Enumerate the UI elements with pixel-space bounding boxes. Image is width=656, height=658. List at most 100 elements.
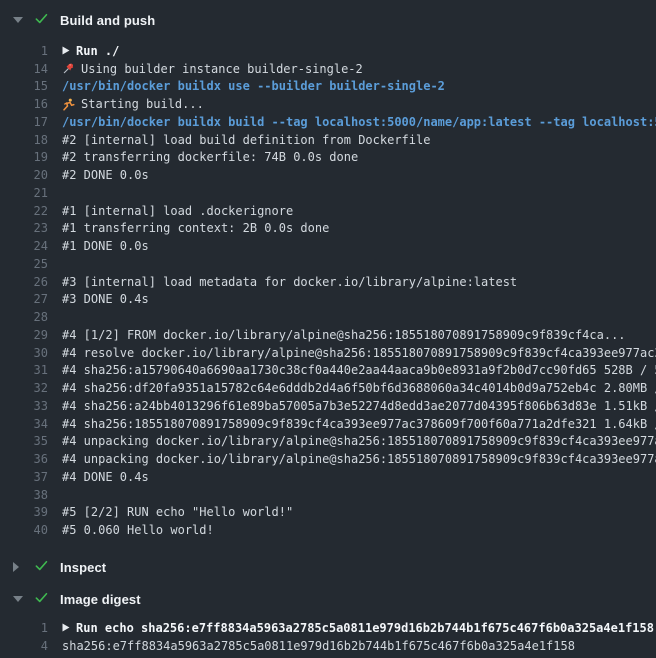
line-number[interactable]: 15 bbox=[0, 79, 48, 93]
line-text-content: #4 unpacking docker.io/library/alpine@sh… bbox=[62, 452, 656, 466]
line-text: #1 transferring context: 2B 0.0s done bbox=[62, 221, 656, 235]
line-text-content: /usr/bin/docker buildx build --tag local… bbox=[62, 115, 656, 129]
line-text: #2 transferring dockerfile: 74B 0.0s don… bbox=[62, 150, 656, 164]
log-line: 33 #4 sha256:a24bb4013296f61e89ba57005a7b… bbox=[0, 397, 656, 415]
step-header-image-digest[interactable]: Image digest bbox=[0, 587, 656, 611]
line-number[interactable]: 38 bbox=[0, 488, 48, 502]
log-line: 20 #2 DONE 0.0s bbox=[0, 166, 656, 184]
line-number[interactable]: 20 bbox=[0, 168, 48, 182]
log-line: 24 #1 DONE 0.0s bbox=[0, 237, 656, 255]
line-text-content: sha256:e7ff8834a5963a2785c5a0811e979d16b… bbox=[62, 639, 575, 653]
check-icon bbox=[34, 11, 49, 30]
line-text: #5 [2/2] RUN echo "Hello world!" bbox=[62, 505, 656, 519]
runner-icon bbox=[62, 98, 75, 111]
line-text: /usr/bin/docker buildx build --tag local… bbox=[62, 115, 656, 129]
line-text: #4 [1/2] FROM docker.io/library/alpine@s… bbox=[62, 328, 656, 342]
expand-arrow-icon[interactable] bbox=[62, 623, 70, 632]
status-success-badge bbox=[34, 13, 49, 28]
log-line: 19 #2 transferring dockerfile: 74B 0.0s d… bbox=[0, 149, 656, 167]
log-line: 1 Run echo sha256:e7ff8834a5963a2785c5a08… bbox=[0, 619, 656, 637]
line-text: #1 DONE 0.0s bbox=[62, 239, 656, 253]
log-line: 18 #2 [internal] load build definition fr… bbox=[0, 131, 656, 149]
log-line: 36 #4 unpacking docker.io/library/alpine@… bbox=[0, 450, 656, 468]
line-number[interactable]: 27 bbox=[0, 292, 48, 306]
line-number[interactable]: 35 bbox=[0, 434, 48, 448]
log-line: 21 bbox=[0, 184, 656, 202]
line-number[interactable]: 16 bbox=[0, 97, 48, 111]
line-text-content: #4 resolve docker.io/library/alpine@sha2… bbox=[62, 346, 656, 360]
line-number[interactable]: 26 bbox=[0, 275, 48, 289]
line-number[interactable]: 30 bbox=[0, 346, 48, 360]
log-line: 23 #1 transferring context: 2B 0.0s done bbox=[0, 220, 656, 238]
line-number[interactable]: 36 bbox=[0, 452, 48, 466]
line-number[interactable]: 34 bbox=[0, 417, 48, 431]
log-line: 32 #4 sha256:df20fa9351a15782c64e6dddb2d4… bbox=[0, 379, 656, 397]
line-text-content: #1 DONE 0.0s bbox=[62, 239, 149, 253]
actions-log-viewer: Build and push1Run ./14Using builder ins… bbox=[0, 0, 656, 658]
log-line: 28 bbox=[0, 308, 656, 326]
line-text: sha256:e7ff8834a5963a2785c5a0811e979d16b… bbox=[62, 639, 656, 653]
line-text-content: /usr/bin/docker buildx use --builder bui… bbox=[62, 79, 445, 93]
line-number[interactable]: 25 bbox=[0, 257, 48, 271]
step-header-inspect[interactable]: Inspect bbox=[0, 555, 656, 579]
line-number[interactable]: 33 bbox=[0, 399, 48, 413]
line-text-content: #4 sha256:df20fa9351a15782c64e6dddb2d4a6… bbox=[62, 381, 656, 395]
log-line: 25 bbox=[0, 255, 656, 273]
line-number[interactable]: 17 bbox=[0, 115, 48, 129]
line-number[interactable]: 22 bbox=[0, 204, 48, 218]
line-number[interactable]: 24 bbox=[0, 239, 48, 253]
step-title: Image digest bbox=[60, 592, 141, 607]
line-number[interactable]: 23 bbox=[0, 221, 48, 235]
line-text: #1 [internal] load .dockerignore bbox=[62, 204, 656, 218]
line-number[interactable]: 28 bbox=[0, 310, 48, 324]
log-line: 38 bbox=[0, 486, 656, 504]
log-line: 27 #3 DONE 0.4s bbox=[0, 291, 656, 309]
line-number[interactable]: 32 bbox=[0, 381, 48, 395]
line-text-content: #3 DONE 0.4s bbox=[62, 292, 149, 306]
line-number[interactable]: 21 bbox=[0, 186, 48, 200]
log-line: 15/usr/bin/docker buildx use --builder b… bbox=[0, 78, 656, 96]
line-text: #4 unpacking docker.io/library/alpine@sh… bbox=[62, 452, 656, 466]
chevron-down-icon bbox=[13, 596, 23, 602]
line-number[interactable]: 14 bbox=[0, 62, 48, 76]
line-number[interactable]: 31 bbox=[0, 363, 48, 377]
line-text-content: #2 [internal] load build definition from… bbox=[62, 133, 430, 147]
line-number[interactable]: 4 bbox=[0, 639, 48, 653]
line-text-content: #2 transferring dockerfile: 74B 0.0s don… bbox=[62, 150, 358, 164]
line-text: #3 [internal] load metadata for docker.i… bbox=[62, 275, 656, 289]
line-text: #4 resolve docker.io/library/alpine@sha2… bbox=[62, 346, 656, 360]
step-title: Inspect bbox=[60, 560, 106, 575]
line-text: #4 DONE 0.4s bbox=[62, 470, 656, 484]
line-text-content: Run echo sha256:e7ff8834a5963a2785c5a081… bbox=[76, 621, 654, 635]
line-number[interactable]: 40 bbox=[0, 523, 48, 537]
log-line: 17/usr/bin/docker buildx build --tag loc… bbox=[0, 113, 656, 131]
line-text-content: #2 DONE 0.0s bbox=[62, 168, 149, 182]
line-text-content: #5 0.060 Hello world! bbox=[62, 523, 214, 537]
line-number[interactable]: 18 bbox=[0, 133, 48, 147]
line-text-content: #4 DONE 0.4s bbox=[62, 470, 149, 484]
line-number[interactable]: 37 bbox=[0, 470, 48, 484]
log-lines-block: 1 Run echo sha256:e7ff8834a5963a2785c5a08… bbox=[0, 611, 656, 655]
log-line: 4 sha256:e7ff8834a5963a2785c5a0811e979d16… bbox=[0, 637, 656, 655]
log-line: 30 #4 resolve docker.io/library/alpine@sh… bbox=[0, 344, 656, 362]
log-line: 29 #4 [1/2] FROM docker.io/library/alpine… bbox=[0, 326, 656, 344]
line-text: Run ./ bbox=[62, 44, 656, 58]
line-number[interactable]: 1 bbox=[0, 621, 48, 635]
line-text-content: #4 [1/2] FROM docker.io/library/alpine@s… bbox=[62, 328, 626, 342]
expand-arrow-icon[interactable] bbox=[62, 46, 70, 55]
line-text-content: #4 sha256:a24bb4013296f61e89ba57005a7b3e… bbox=[62, 399, 656, 413]
line-text: #3 DONE 0.4s bbox=[62, 292, 656, 306]
step-header-build-and-push[interactable]: Build and push bbox=[0, 8, 656, 32]
check-icon bbox=[34, 558, 49, 577]
line-text: #4 unpacking docker.io/library/alpine@sh… bbox=[62, 434, 656, 448]
line-number[interactable]: 39 bbox=[0, 505, 48, 519]
log-line: 37 #4 DONE 0.4s bbox=[0, 468, 656, 486]
line-number[interactable]: 29 bbox=[0, 328, 48, 342]
line-text: #5 0.060 Hello world! bbox=[62, 523, 656, 537]
line-number[interactable]: 1 bbox=[0, 44, 48, 58]
line-text: #2 [internal] load build definition from… bbox=[62, 133, 656, 147]
log-line: 31#4 sha256:a15790640a6690aa1730c38cf0a4… bbox=[0, 362, 656, 380]
line-text-content: #4 sha256:185518070891758909c9f839cf4ca3… bbox=[62, 417, 656, 431]
line-text: Run echo sha256:e7ff8834a5963a2785c5a081… bbox=[62, 621, 656, 635]
line-number[interactable]: 19 bbox=[0, 150, 48, 164]
